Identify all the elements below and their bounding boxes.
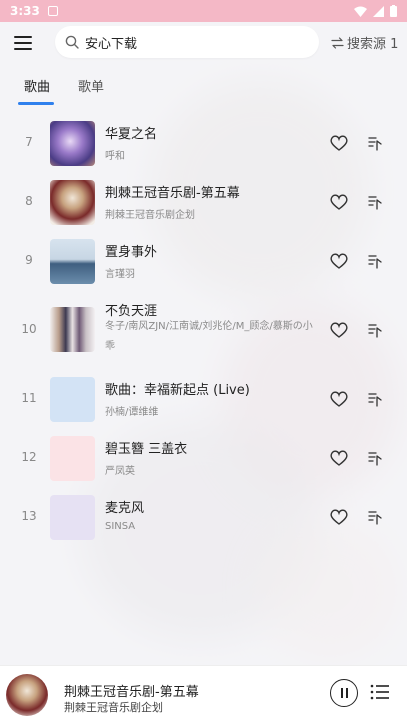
search-source-button[interactable]: 搜索源 1: [331, 33, 398, 52]
add-to-playlist-icon[interactable]: [367, 322, 383, 338]
heart-icon[interactable]: [330, 391, 348, 407]
heart-icon[interactable]: [330, 135, 348, 151]
song-cover: [50, 239, 95, 284]
song-artist: 荆棘王冠音乐剧企划: [105, 210, 195, 221]
swap-icon: [331, 36, 344, 49]
song-artist: SINSA: [105, 521, 136, 532]
player-cover: [6, 674, 48, 716]
status-bar: 3:33: [0, 0, 407, 22]
battery-icon: [390, 5, 397, 17]
song-cover: [50, 121, 95, 166]
list-item[interactable]: 11 歌曲：幸福新起点 (Live) 孙楠/谭维维: [0, 370, 407, 428]
player-artist: 荆棘王冠音乐剧企划: [64, 701, 163, 714]
song-index: 12: [21, 450, 37, 464]
song-title: 碧玉簪 三盖衣: [105, 442, 188, 457]
song-index: 8: [25, 194, 33, 208]
song-artist: 冬子/南风ZJN/江南诚/刘兆伦/M_顾念/慕斯の小乖: [105, 321, 313, 352]
heart-icon[interactable]: [330, 509, 348, 525]
heart-icon[interactable]: [330, 253, 348, 269]
song-index: 7: [25, 135, 33, 149]
search-input[interactable]: [85, 34, 295, 50]
list-item[interactable]: 13 麦克风 SINSA: [0, 488, 407, 546]
search-source-label: 搜索源 1: [347, 37, 399, 52]
add-to-playlist-icon[interactable]: [367, 253, 383, 269]
notification-icon: [47, 6, 58, 16]
pause-icon-bar: [346, 688, 348, 698]
pause-button[interactable]: [330, 679, 358, 707]
wifi-icon: [354, 6, 367, 17]
song-cover: [50, 180, 95, 225]
search-icon: [65, 35, 79, 49]
menu-icon[interactable]: [14, 36, 32, 50]
add-to-playlist-icon[interactable]: [367, 509, 383, 525]
add-to-playlist-icon[interactable]: [367, 135, 383, 151]
song-artist: 孙楠/谭维维: [105, 407, 159, 418]
list-item[interactable]: 9 置身事外 言瑾羽: [0, 232, 407, 290]
heart-icon[interactable]: [330, 194, 348, 210]
tab-indicator: [18, 102, 54, 105]
list-item[interactable]: 7 华夏之名 呼和: [0, 114, 407, 172]
song-title: 置身事外: [105, 245, 158, 260]
song-index: 11: [21, 391, 37, 405]
list-item[interactable]: 12 碧玉簪 三盖衣 严凤英: [0, 429, 407, 487]
signal-icon: [373, 5, 384, 17]
song-index: 9: [25, 253, 33, 267]
search-box[interactable]: [55, 26, 319, 58]
song-index: 10: [21, 322, 37, 336]
song-cover: [50, 436, 95, 481]
song-cover: [50, 307, 95, 352]
tab-bar: 歌曲 歌单: [0, 72, 407, 108]
mini-player[interactable]: 荆棘王冠音乐剧-第五幕 荆棘王冠音乐剧企划: [0, 665, 407, 725]
song-artist: 言瑾羽: [105, 269, 135, 280]
song-title: 歌曲：幸福新起点 (Live): [105, 383, 250, 398]
song-artist: 呼和: [105, 151, 125, 162]
song-cover: [50, 495, 95, 540]
list-item[interactable]: 8 荆棘王冠音乐剧-第五幕 荆棘王冠音乐剧企划: [0, 173, 407, 231]
song-index: 13: [21, 509, 37, 523]
tab-songs[interactable]: 歌曲: [24, 76, 50, 95]
tab-playlists[interactable]: 歌单: [78, 76, 104, 95]
song-artist: 严凤英: [105, 466, 135, 477]
add-to-playlist-icon[interactable]: [367, 391, 383, 407]
status-time: 3:33: [10, 4, 40, 18]
song-cover: [50, 377, 95, 422]
player-title: 荆棘王冠音乐剧-第五幕: [64, 685, 199, 700]
list-item[interactable]: 10 不负天涯 冬子/南风ZJN/江南诚/刘兆伦/M_顾念/慕斯の小乖: [0, 291, 407, 369]
pause-icon: [341, 688, 343, 698]
song-title: 荆棘王冠音乐剧-第五幕: [105, 186, 240, 201]
song-title: 华夏之名: [105, 127, 158, 142]
add-to-playlist-icon[interactable]: [367, 450, 383, 466]
add-to-playlist-icon[interactable]: [367, 194, 383, 210]
heart-icon[interactable]: [330, 450, 348, 466]
playlist-icon[interactable]: [370, 683, 390, 701]
top-bar: 搜索源 1: [0, 26, 407, 60]
song-title: 麦克风: [105, 501, 145, 516]
heart-icon[interactable]: [330, 322, 348, 338]
